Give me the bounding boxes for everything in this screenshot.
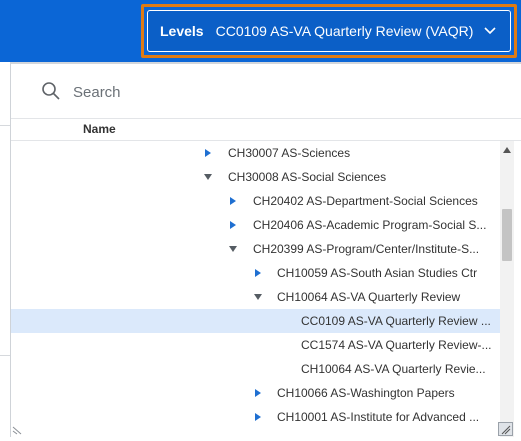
search-input[interactable] bbox=[71, 78, 455, 106]
tree-row-label: CH20399 AS-Program/Center/Institute-S... bbox=[253, 242, 480, 256]
tree-row[interactable]: CH10059 AS-South Asian Studies Ctr bbox=[11, 261, 500, 285]
column-header-name[interactable]: Name bbox=[83, 122, 116, 136]
levels-label: Levels bbox=[160, 23, 204, 39]
expand-arrow-icon[interactable] bbox=[254, 413, 262, 421]
tree-row-selected[interactable]: CC0109 AS-VA Quarterly Review ... bbox=[11, 309, 500, 333]
resize-grip-icon[interactable] bbox=[12, 425, 22, 435]
resize-diagonal-icon bbox=[501, 425, 511, 435]
chevron-down-icon[interactable] bbox=[483, 24, 497, 38]
expand-arrow-icon[interactable] bbox=[254, 269, 262, 277]
tree-row[interactable]: CH30007 AS-Sciences bbox=[11, 141, 500, 165]
tree-row-label: CH30008 AS-Social Sciences bbox=[228, 170, 387, 184]
tree-row[interactable]: CH20406 AS-Academic Program-Social S... bbox=[11, 213, 500, 237]
scroll-up-arrow-icon[interactable] bbox=[503, 147, 511, 153]
search-bar bbox=[11, 64, 521, 119]
vertical-scrollbar[interactable] bbox=[500, 141, 514, 437]
tree-row[interactable]: CH20402 AS-Department-Social Sciences bbox=[11, 189, 500, 213]
background-divider bbox=[0, 355, 10, 356]
tree-row-label: CC0109 AS-VA Quarterly Review ... bbox=[301, 314, 491, 328]
scrollbar-thumb[interactable] bbox=[502, 209, 512, 261]
tree-row[interactable]: CH10064 AS-VA Quarterly Review bbox=[11, 285, 500, 309]
resize-handle-button[interactable] bbox=[498, 422, 513, 436]
tree-row-label: CH10064 AS-VA Quarterly Review bbox=[277, 290, 461, 304]
tree-row[interactable]: CH10064 AS-VA Quarterly Revie... bbox=[11, 357, 500, 381]
levels-selector-inner[interactable]: Levels CC0109 AS-VA Quarterly Review (VA… bbox=[147, 10, 511, 52]
tree-row-label: CH10001 AS-Institute for Advanced ... bbox=[277, 410, 480, 424]
expand-arrow-icon[interactable] bbox=[229, 197, 237, 205]
collapse-arrow-icon[interactable] bbox=[229, 245, 237, 253]
search-icon bbox=[42, 82, 60, 100]
tree-row-label: CH20402 AS-Department-Social Sciences bbox=[253, 194, 478, 208]
collapse-arrow-icon[interactable] bbox=[254, 293, 262, 301]
tree-row[interactable]: CH30008 AS-Social Sciences bbox=[11, 165, 500, 189]
tree-row-label: CC1574 AS-VA Quarterly Review-... bbox=[301, 338, 492, 352]
tree-row[interactable]: CH10001 AS-Institute for Advanced ... bbox=[11, 405, 500, 429]
hierarchy-tree: CH30007 AS-Sciences CH30008 AS-Social Sc… bbox=[11, 141, 500, 437]
levels-dropdown-panel: Name CH30007 AS-Sciences CH30008 AS-Soci… bbox=[10, 62, 521, 437]
expand-arrow-icon[interactable] bbox=[229, 221, 237, 229]
tree-row[interactable]: CC1574 AS-VA Quarterly Review-... bbox=[11, 333, 500, 357]
tree-row-label: CH10066 AS-Washington Papers bbox=[277, 386, 455, 400]
tree-row-label: CH10064 AS-VA Quarterly Revie... bbox=[301, 362, 486, 376]
expand-arrow-icon[interactable] bbox=[204, 149, 212, 157]
tree-row[interactable]: CH10066 AS-Washington Papers bbox=[11, 381, 500, 405]
tree-row-label: CH30007 AS-Sciences bbox=[228, 146, 351, 160]
expand-arrow-icon[interactable] bbox=[254, 389, 262, 397]
levels-selector-button[interactable]: Levels CC0109 AS-VA Quarterly Review (VA… bbox=[141, 4, 517, 58]
tree-row-label: CH20406 AS-Academic Program-Social S... bbox=[253, 218, 487, 232]
tree-row-label: CH10059 AS-South Asian Studies Ctr bbox=[277, 266, 478, 280]
column-header-row: Name bbox=[11, 120, 521, 141]
collapse-arrow-icon[interactable] bbox=[204, 173, 212, 181]
levels-selected-value: CC0109 AS-VA Quarterly Review (VAQR) bbox=[215, 23, 474, 39]
tree-row[interactable]: CH20399 AS-Program/Center/Institute-S... bbox=[11, 237, 500, 261]
background-divider bbox=[0, 125, 10, 126]
